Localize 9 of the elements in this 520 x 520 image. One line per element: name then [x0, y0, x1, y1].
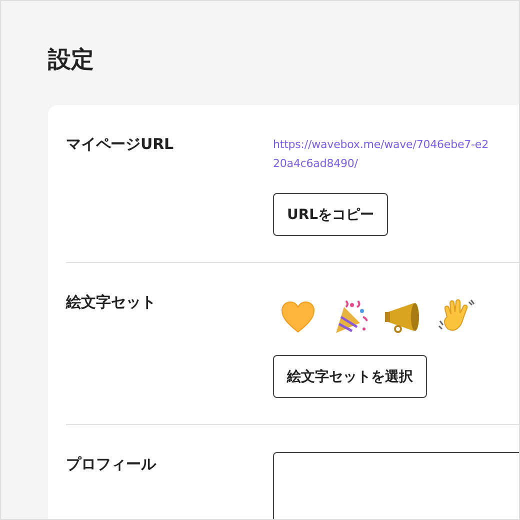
- setting-label: マイページURL: [66, 134, 174, 155]
- page-url-link[interactable]: https://wavebox.me/wave/7046ebe7-e2 20a4c6ad8490/: [273, 135, 488, 173]
- setting-label: 絵文字セット: [66, 292, 157, 313]
- setting-label: プロフィール: [66, 454, 158, 475]
- megaphone-icon: [384, 300, 422, 334]
- copy-url-button[interactable]: URLをコピー: [273, 193, 388, 236]
- select-emoji-set-button[interactable]: 絵文字セットを選択: [273, 355, 427, 398]
- page-title: 設定: [48, 46, 95, 75]
- heart-icon: [280, 300, 316, 334]
